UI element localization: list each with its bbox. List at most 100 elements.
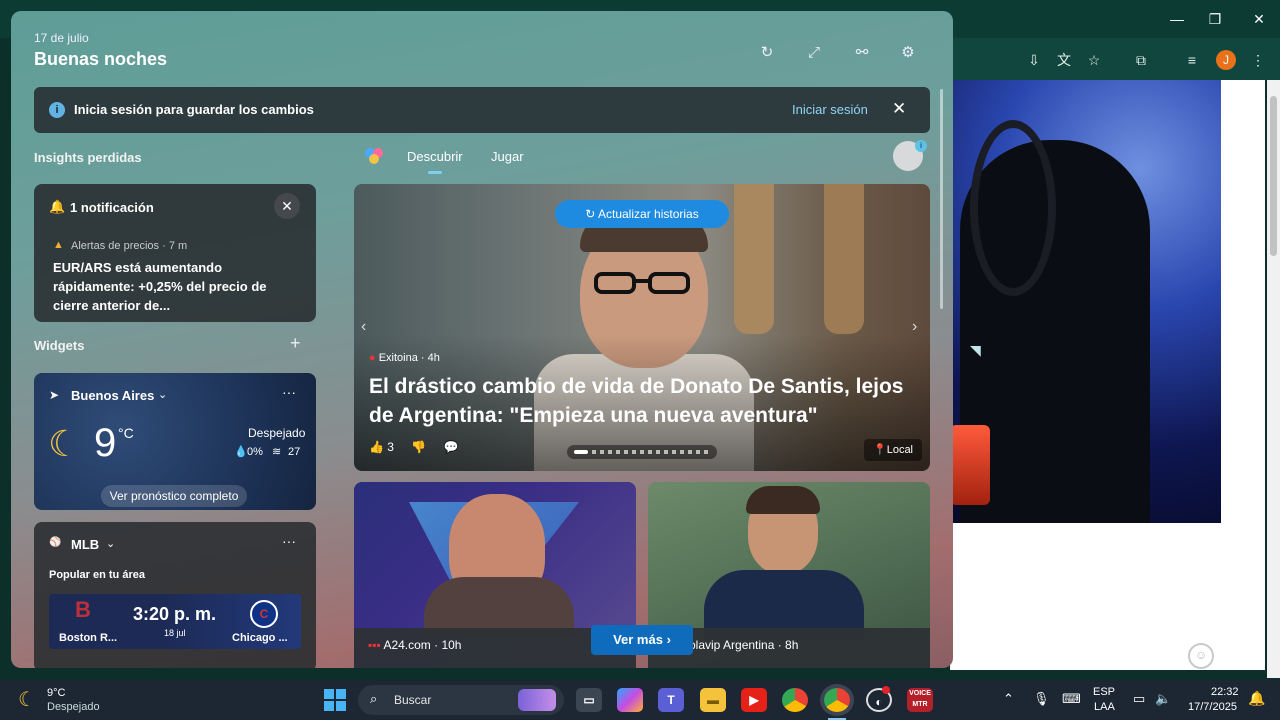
alert-text[interactable]: EUR/ARS está aumentando rápidamente: +0,… — [53, 258, 305, 315]
cubs-logo-icon: C — [250, 600, 278, 628]
refresh-stories-button[interactable]: ↻ Actualizar historias — [555, 200, 729, 228]
taskbar-condition[interactable]: Despejado — [47, 701, 100, 713]
close-icon[interactable]: ✕ — [1245, 8, 1273, 30]
widgets-title: Widgets — [34, 338, 85, 353]
taskbar-temp[interactable]: 9°C — [47, 687, 65, 699]
tab-discover[interactable]: Descubrir — [407, 149, 463, 164]
taskbar-search[interactable]: ⌕ Buscar — [358, 685, 564, 715]
info-badge-icon: i — [915, 140, 927, 152]
chrome-profile-icon[interactable] — [824, 688, 850, 712]
story-actions: 👍 3 👎 💬 — [369, 440, 459, 454]
keyboard-icon[interactable]: ⌨ — [1062, 691, 1081, 707]
youtube-icon[interactable]: ▶ — [741, 688, 767, 712]
voicemeeter-icon[interactable]: VOICE MTR — [907, 688, 933, 712]
forecast-button[interactable]: Ver pronóstico completo — [101, 485, 247, 507]
search-placeholder: Buscar — [394, 693, 432, 707]
add-widget-button[interactable]: + — [290, 333, 301, 354]
alert-source: Alertas de precios · 7 m — [71, 240, 188, 252]
moon-icon[interactable]: ☾ — [18, 687, 36, 712]
panel-scrollbar[interactable] — [940, 89, 943, 309]
install-icon[interactable]: ⇩ — [1024, 50, 1044, 70]
decor-pole — [824, 184, 864, 334]
file-explorer-icon[interactable]: ▬ — [700, 688, 726, 712]
see-more-button[interactable]: Ver más › — [591, 625, 693, 655]
microphone-icon[interactable]: 🎙 — [1033, 691, 1050, 707]
windows-start-icon[interactable] — [324, 689, 346, 711]
hero-story-card[interactable]: ↻ Actualizar historias ‹ › ● Exitoina · … — [354, 184, 930, 471]
moon-icon: ☾ — [48, 423, 81, 464]
chrome-icon[interactable] — [782, 688, 808, 712]
webcam-image: ◥ — [950, 80, 1221, 523]
input-layout[interactable]: LAA — [1094, 701, 1115, 713]
see-more-label: Ver más — [613, 632, 663, 647]
next-arrow-icon[interactable]: › — [912, 318, 917, 336]
copilot-logo-icon[interactable] — [364, 146, 384, 166]
close-icon[interactable]: ✕ — [274, 193, 300, 219]
settings-icon[interactable]: ⚙ — [897, 42, 919, 64]
close-icon[interactable]: ✕ — [892, 99, 906, 119]
task-view-icon[interactable]: ▭ — [576, 688, 602, 712]
dislike-icon[interactable]: 👎 — [411, 440, 426, 454]
volume-icon[interactable]: 🔈 — [1155, 691, 1171, 707]
away-team: Chicago ... — [232, 632, 288, 644]
weather-wind: 27 — [288, 446, 301, 458]
mlb-widget[interactable]: ⚾ MLB ⌄ ··· Popular en tu área B Boston … — [34, 522, 316, 668]
weather-city[interactable]: Buenos Aires — [71, 388, 154, 403]
chevron-down-icon[interactable]: ⌄ — [106, 537, 115, 550]
signin-banner: i Inicia sesión para guardar los cambios… — [34, 87, 930, 133]
display-icon[interactable]: ▭ — [1133, 691, 1145, 707]
game-date: 18 jul — [164, 628, 186, 638]
menu-icon[interactable]: ⋮ — [1248, 50, 1268, 70]
story-title[interactable]: El drástico cambio de vida de Donato De … — [369, 372, 929, 430]
link-icon[interactable]: ⚯ — [851, 42, 873, 64]
tab-play[interactable]: Jugar — [491, 149, 524, 164]
mlb-logo-icon: ⚾ — [49, 537, 62, 548]
story-source-label: A24.com · 10h — [383, 638, 462, 652]
notification-dot-icon — [882, 686, 890, 694]
mlb-title[interactable]: MLB — [71, 537, 99, 552]
story-source-label: Exitoina · 4h — [378, 352, 440, 364]
notification-card[interactable]: 🔔 1 notificación ✕ ▲ Alertas de precios … — [34, 184, 316, 322]
clock-time[interactable]: 22:32 — [1211, 686, 1239, 698]
signin-link[interactable]: Iniciar sesión — [792, 102, 868, 117]
pin-icon: 📍 — [873, 444, 887, 456]
comment-icon[interactable]: 💬 — [444, 440, 459, 454]
media-icon[interactable]: ≡ — [1182, 50, 1202, 70]
price-alert-icon: ▲ — [53, 239, 64, 251]
translate-icon[interactable]: 文 — [1054, 50, 1074, 70]
maximize-icon[interactable]: ❐ — [1201, 8, 1229, 30]
refresh-icon[interactable]: ↻ — [756, 42, 778, 64]
chevron-up-icon[interactable]: ⌃ — [1003, 691, 1014, 707]
like-icon[interactable]: 👍 — [369, 440, 384, 454]
star-icon[interactable]: ☆ — [1084, 50, 1104, 70]
prev-arrow-icon[interactable]: ‹ — [361, 318, 366, 336]
expand-icon[interactable]: ⤢ — [803, 42, 825, 64]
info-icon: i — [49, 102, 65, 118]
minimize-icon[interactable]: — — [1163, 8, 1191, 30]
local-badge[interactable]: 📍Local — [864, 439, 922, 461]
game-time: 3:20 p. m. — [133, 604, 217, 624]
clock-date[interactable]: 17/7/2025 — [1188, 701, 1237, 713]
teams-icon[interactable]: T — [658, 688, 684, 712]
more-icon[interactable]: ··· — [282, 384, 296, 400]
profile-avatar[interactable]: J — [1216, 50, 1236, 70]
more-icon[interactable]: ··· — [282, 533, 296, 549]
game-card[interactable]: B Boston R... 3:20 p. m. 18 jul C Chicag… — [49, 594, 301, 649]
local-label: Local — [886, 444, 913, 456]
signin-message: Inicia sesión para guardar los cambios — [74, 102, 314, 117]
copilot-icon[interactable] — [617, 688, 643, 712]
mlb-subtitle: Popular en tu área — [49, 569, 145, 581]
story-source: ● Exitoina · 4h — [369, 352, 440, 364]
emoji-icon[interactable]: ☺ — [1188, 643, 1214, 669]
extensions-icon[interactable]: ⧉ — [1131, 50, 1151, 70]
input-language[interactable]: ESP — [1093, 686, 1115, 698]
search-icon: ⌕ — [370, 691, 378, 706]
scroll-thumb[interactable] — [1270, 96, 1277, 256]
panel-greeting: Buenas noches — [34, 49, 168, 69]
notifications-bell-icon[interactable]: 🔔 — [1248, 690, 1265, 707]
taskbar: ☾ 9°C Despejado ⌕ Buscar ▭ T ▬ ▶ ◐ VOICE… — [0, 680, 1280, 720]
weather-widget[interactable]: ➤ Buenos Aires ⌄ ··· ☾ 9 °C Despejado 💧 … — [34, 373, 316, 510]
chevron-down-icon[interactable]: ⌄ — [158, 388, 167, 401]
carousel-indicator[interactable] — [567, 445, 717, 459]
refresh-stories-label: Actualizar historias — [598, 207, 699, 221]
